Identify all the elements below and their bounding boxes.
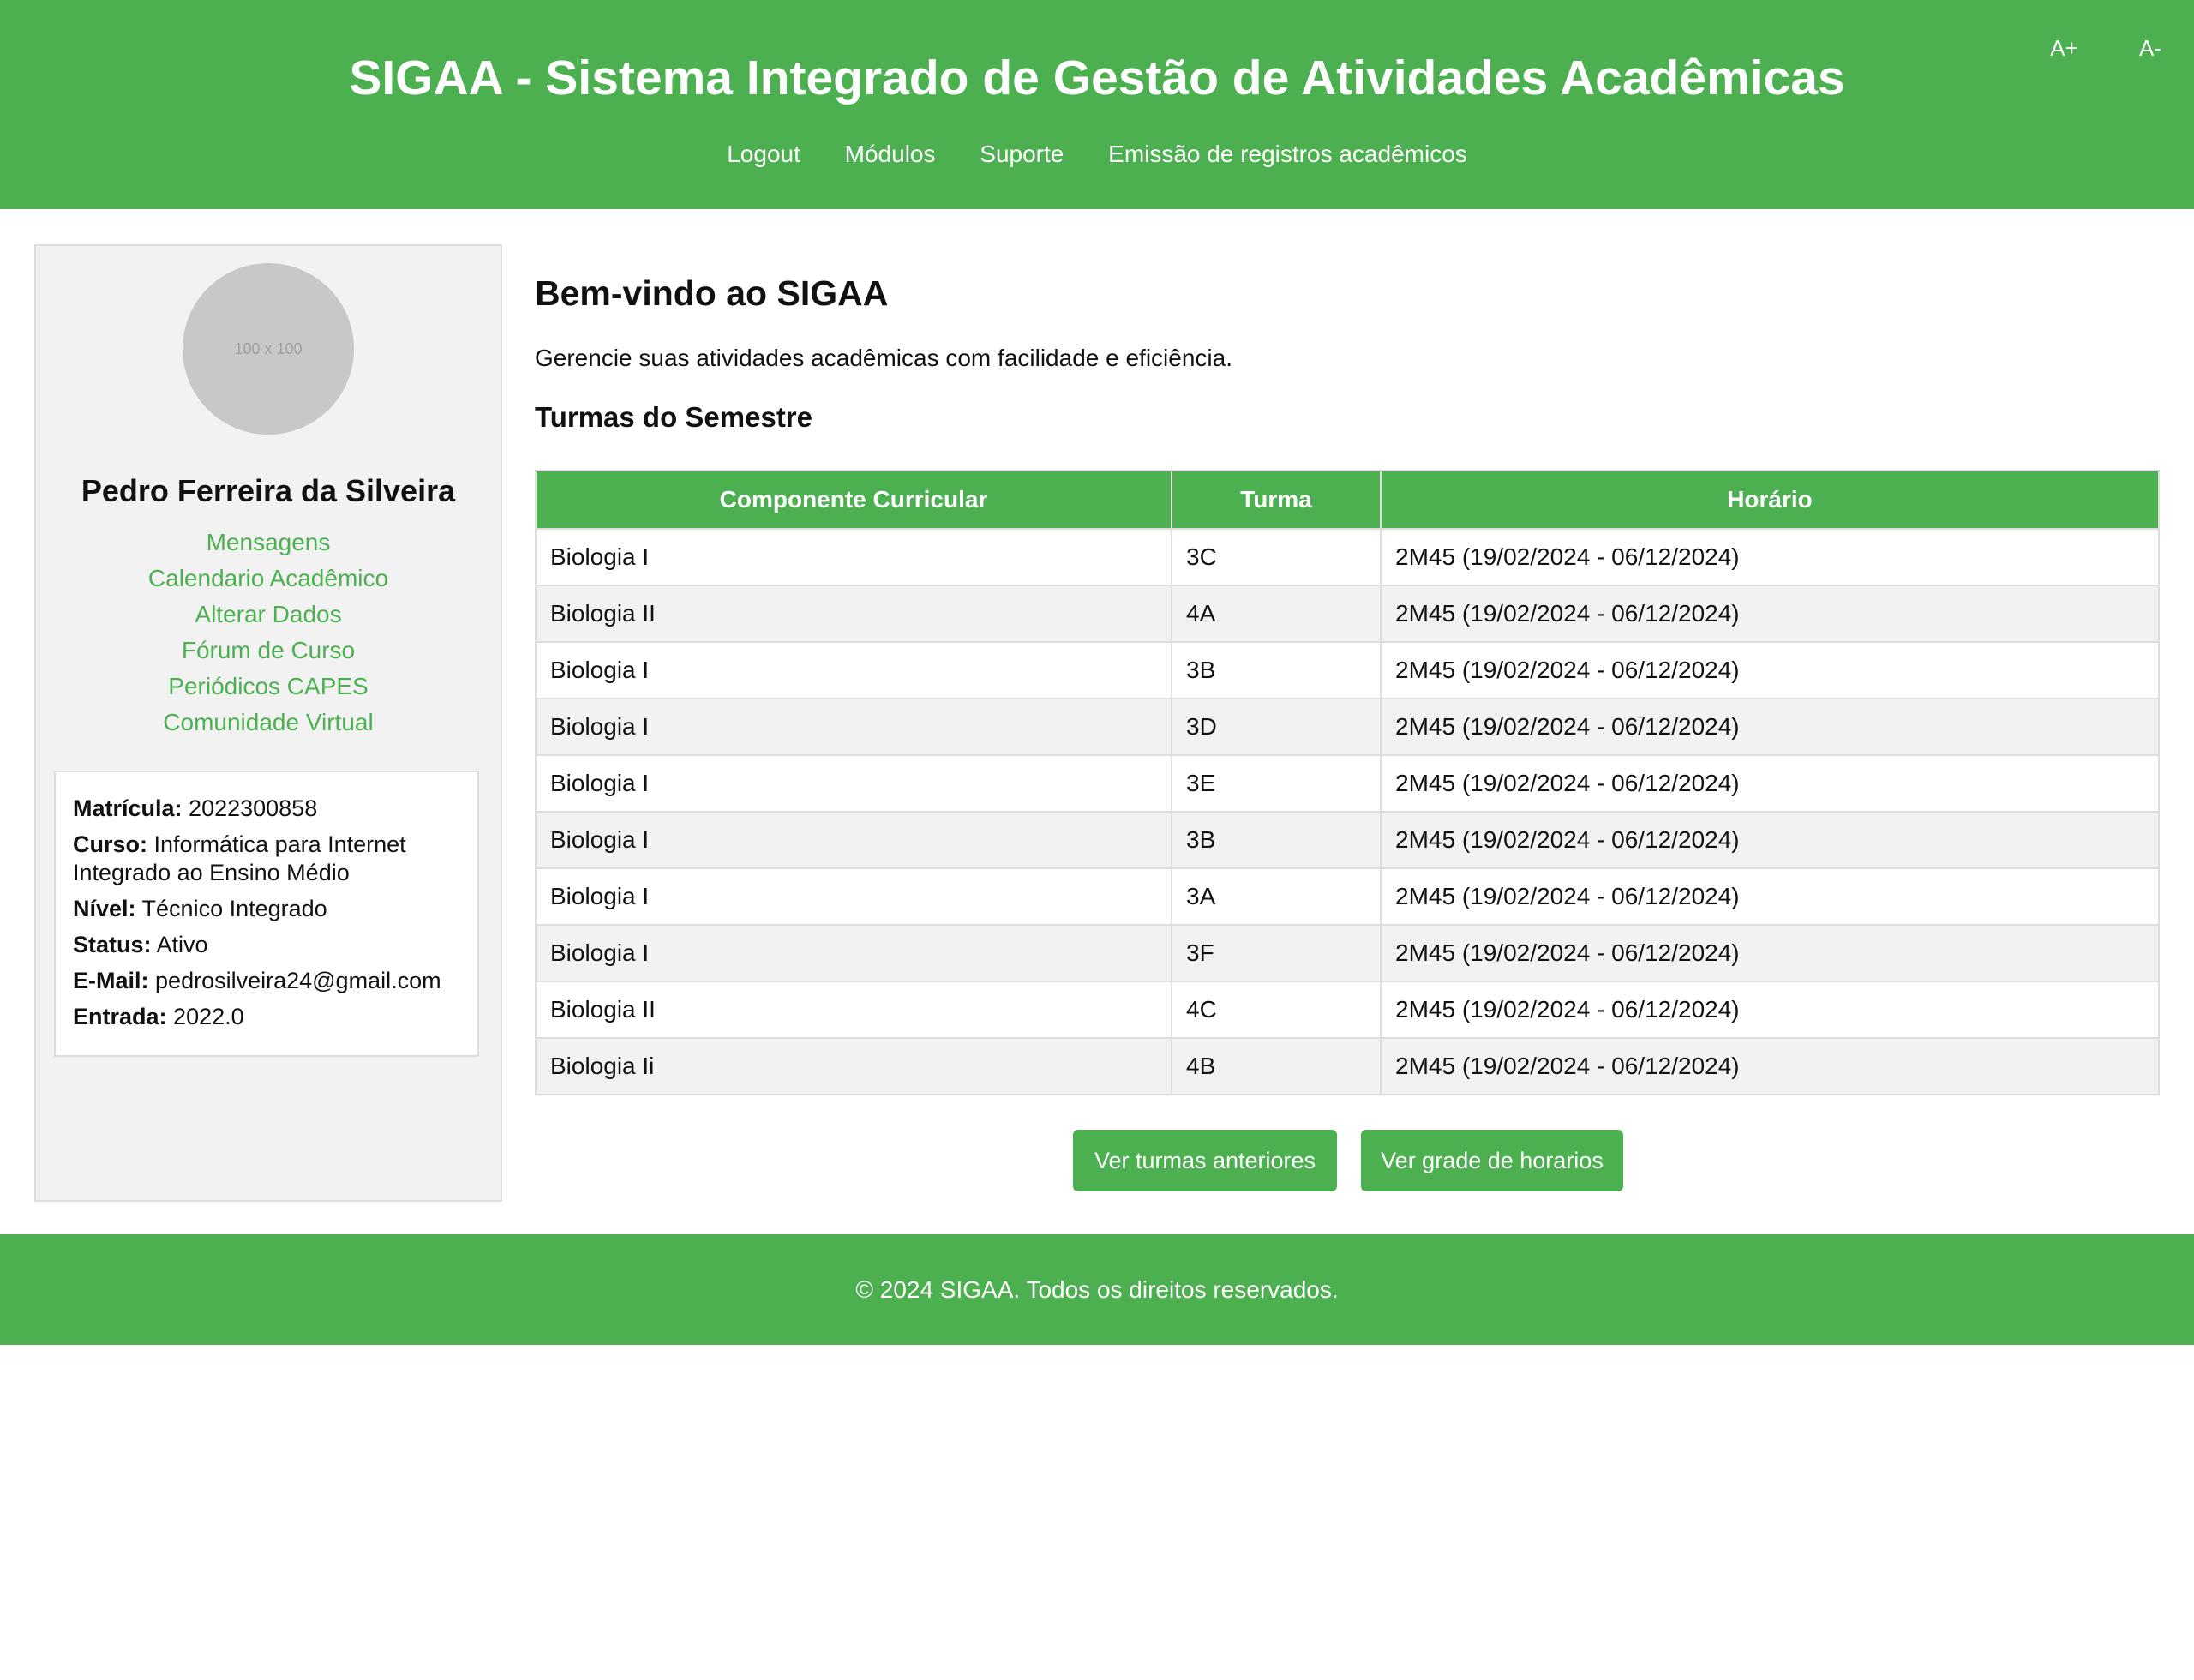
info-value: 2022.0 — [173, 1004, 244, 1029]
cell-turma: 3D — [1171, 698, 1382, 756]
info-curso: Curso: Informática para Internet Integra… — [73, 831, 460, 887]
cell-turma: 4C — [1171, 981, 1382, 1039]
avatar: 100 x 100 — [183, 263, 354, 435]
nav-modulos[interactable]: Módulos — [845, 141, 936, 167]
table-row: Biologia I 3D 2M45 (19/02/2024 - 06/12/2… — [535, 698, 2160, 756]
table-row: Biologia II 4C 2M45 (19/02/2024 - 06/12/… — [535, 981, 2160, 1039]
cell-componente: Biologia I — [535, 867, 1172, 926]
cell-componente: Biologia II — [535, 981, 1172, 1039]
table-row: Biologia I 3A 2M45 (19/02/2024 - 06/12/2… — [535, 867, 2160, 926]
user-name: Pedro Ferreira da Silveira — [81, 473, 456, 508]
student-info-box: Matrícula: 2022300858 Curso: Informática… — [54, 771, 479, 1057]
table-row: Biologia II 4A 2M45 (19/02/2024 - 06/12/… — [535, 585, 2160, 643]
cell-horario: 2M45 (19/02/2024 - 06/12/2024) — [1380, 867, 2160, 926]
cell-turma: 3A — [1171, 867, 1382, 926]
cell-turma: 3B — [1171, 641, 1382, 699]
cell-componente: Biologia I — [535, 641, 1172, 699]
cell-horario: 2M45 (19/02/2024 - 06/12/2024) — [1380, 585, 2160, 643]
table-row: Biologia I 3B 2M45 (19/02/2024 - 06/12/2… — [535, 641, 2160, 699]
info-value: pedrosilveira24@gmail.com — [155, 968, 441, 993]
cell-componente: Biologia I — [535, 924, 1172, 982]
welcome-subtitle: Gerencie suas atividades acadêmicas com … — [535, 345, 1232, 371]
cell-componente: Biologia I — [535, 528, 1172, 586]
cell-turma: 3F — [1171, 924, 1382, 982]
cell-horario: 2M45 (19/02/2024 - 06/12/2024) — [1380, 528, 2160, 586]
sidebar-link-forum[interactable]: Fórum de Curso — [36, 633, 501, 669]
site-header: SIGAA - Sistema Integrado de Gestão de A… — [0, 0, 2194, 209]
cell-turma: 4A — [1171, 585, 1382, 643]
section-title-turmas: Turmas do Semestre — [535, 401, 813, 433]
info-nivel: Nível: Técnico Integrado — [73, 895, 460, 923]
sidebar-link-alterar-dados[interactable]: Alterar Dados — [36, 597, 501, 633]
cell-horario: 2M45 (19/02/2024 - 06/12/2024) — [1380, 811, 2160, 869]
welcome-title: Bem-vindo ao SIGAA — [535, 273, 889, 313]
decrease-font-button[interactable]: A- — [2139, 33, 2161, 63]
info-value: 2022300858 — [189, 795, 318, 821]
cell-horario: 2M45 (19/02/2024 - 06/12/2024) — [1380, 698, 2160, 756]
column-header-componente: Componente Curricular — [535, 470, 1172, 530]
cell-componente: Biologia II — [535, 585, 1172, 643]
cell-horario: 2M45 (19/02/2024 - 06/12/2024) — [1380, 981, 2160, 1039]
cell-turma: 3B — [1171, 811, 1382, 869]
cell-componente: Biologia I — [535, 698, 1172, 756]
info-entrada: Entrada: 2022.0 — [73, 1003, 460, 1031]
info-label: Curso: — [73, 831, 147, 857]
view-schedule-grid-button[interactable]: Ver grade de horarios — [1361, 1130, 1623, 1191]
increase-font-button[interactable]: A+ — [2050, 33, 2078, 63]
footer-copyright: © 2024 SIGAA. Todos os direitos reservad… — [855, 1276, 1339, 1303]
info-label: Entrada: — [73, 1004, 167, 1029]
info-value: Ativo — [156, 932, 208, 957]
cell-horario: 2M45 (19/02/2024 - 06/12/2024) — [1380, 754, 2160, 813]
table-row: Biologia I 3C 2M45 (19/02/2024 - 06/12/2… — [535, 528, 2160, 586]
info-label: Nível: — [73, 896, 136, 921]
nav-emissao-registros[interactable]: Emissão de registros acadêmicos — [1108, 141, 1467, 167]
cell-turma: 4B — [1171, 1037, 1382, 1095]
cell-turma: 3E — [1171, 754, 1382, 813]
sidebar-link-mensagens[interactable]: Mensagens — [36, 525, 501, 561]
table-header-row: Componente Curricular Turma Horário — [535, 470, 2160, 530]
info-label: Status: — [73, 932, 152, 957]
column-header-horario: Horário — [1380, 470, 2160, 530]
classes-table: Componente Curricular Turma Horário Biol… — [535, 470, 2160, 1095]
cell-componente: Biologia Ii — [535, 1037, 1172, 1095]
info-matricula: Matrícula: 2022300858 — [73, 795, 460, 823]
column-header-turma: Turma — [1171, 470, 1382, 530]
sidebar-link-calendario[interactable]: Calendario Acadêmico — [36, 561, 501, 597]
site-title: SIGAA - Sistema Integrado de Gestão de A… — [349, 51, 1845, 105]
sidebar-link-periodicos[interactable]: Periódicos CAPES — [36, 669, 501, 705]
cell-componente: Biologia I — [535, 754, 1172, 813]
info-email: E-Mail: pedrosilveira24@gmail.com — [73, 967, 460, 995]
info-label: Matrícula: — [73, 795, 183, 821]
nav-suporte[interactable]: Suporte — [980, 141, 1064, 167]
font-size-controls: A+ A- — [1995, 33, 2161, 63]
cell-horario: 2M45 (19/02/2024 - 06/12/2024) — [1380, 1037, 2160, 1095]
info-label: E-Mail: — [73, 968, 149, 993]
info-value: Técnico Integrado — [141, 896, 327, 921]
sidebar-link-comunidade[interactable]: Comunidade Virtual — [36, 705, 501, 741]
main-nav: Logout Módulos Suporte Emissão de regist… — [0, 135, 2194, 173]
cell-componente: Biologia I — [535, 811, 1172, 869]
info-status: Status: Ativo — [73, 931, 460, 959]
avatar-placeholder-text: 100 x 100 — [234, 339, 303, 357]
cell-horario: 2M45 (19/02/2024 - 06/12/2024) — [1380, 924, 2160, 982]
table-row: Biologia Ii 4B 2M45 (19/02/2024 - 06/12/… — [535, 1037, 2160, 1095]
table-row: Biologia I 3F 2M45 (19/02/2024 - 06/12/2… — [535, 924, 2160, 982]
profile-sidebar: 100 x 100 Pedro Ferreira da Silveira Men… — [34, 244, 502, 1202]
table-row: Biologia I 3B 2M45 (19/02/2024 - 06/12/2… — [535, 811, 2160, 869]
table-row: Biologia I 3E 2M45 (19/02/2024 - 06/12/2… — [535, 754, 2160, 813]
cell-horario: 2M45 (19/02/2024 - 06/12/2024) — [1380, 641, 2160, 699]
nav-logout[interactable]: Logout — [727, 141, 800, 167]
cell-turma: 3C — [1171, 528, 1382, 586]
site-footer: © 2024 SIGAA. Todos os direitos reservad… — [0, 1234, 2194, 1345]
view-previous-classes-button[interactable]: Ver turmas anteriores — [1073, 1130, 1337, 1191]
sidebar-links: Mensagens Calendario Acadêmico Alterar D… — [36, 525, 501, 741]
